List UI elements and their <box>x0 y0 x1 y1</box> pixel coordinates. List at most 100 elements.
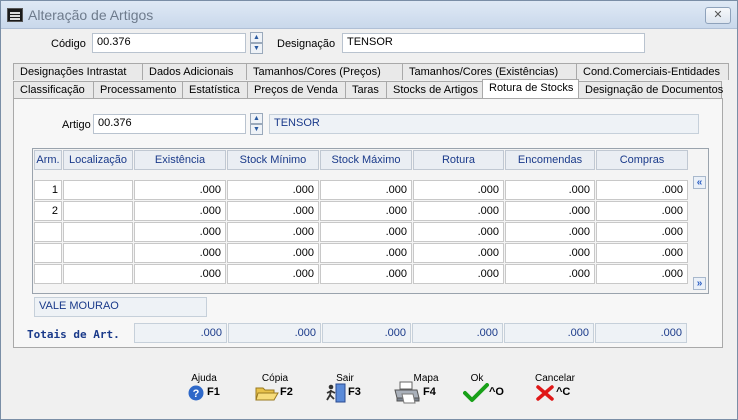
codigo-label: Código <box>51 38 86 50</box>
cell-existencia[interactable]: .000 <box>134 243 226 263</box>
tab-tamanhos-cores-precos[interactable]: Tamanhos/Cores (Preços) <box>246 63 403 80</box>
cell-existencia[interactable]: .000 <box>134 201 226 221</box>
ajuda-button[interactable]: Ajuda ? F1 <box>181 373 231 409</box>
armazem-name: VALE MOURAO <box>34 297 207 317</box>
tab-processamento[interactable]: Processamento <box>93 81 183 98</box>
spin-down-icon[interactable]: ▼ <box>250 124 263 135</box>
ok-key: ^O <box>489 386 504 398</box>
cell-compras[interactable]: .000 <box>596 243 688 263</box>
window-title: Alteração de Artigos <box>28 7 154 23</box>
spin-up-icon[interactable]: ▲ <box>250 113 263 124</box>
mapa-button[interactable]: Mapa F4 <box>393 373 443 409</box>
codigo-spinner[interactable]: ▲ ▼ <box>250 32 263 54</box>
main-window: Alteração de Artigos ✕ Código 00.376 ▲ ▼… <box>0 0 738 420</box>
col-header-arm: Arm. <box>34 150 62 170</box>
cell-stock-maximo[interactable]: .000 <box>320 201 412 221</box>
copia-button[interactable]: Cópia F2 <box>253 373 303 409</box>
tab-cond-comerciais[interactable]: Cond.Comerciais-Entidades <box>576 63 729 80</box>
cell-rotura[interactable]: .000 <box>413 201 504 221</box>
cell-arm[interactable]: 1 <box>34 180 62 200</box>
col-header-compras: Compras <box>596 150 688 170</box>
ajuda-caption: Ajuda <box>191 373 217 384</box>
cell-localizacao[interactable] <box>63 243 133 263</box>
ajuda-key: F1 <box>207 386 220 398</box>
tab-dados-adicionais[interactable]: Dados Adicionais <box>142 63 247 80</box>
cell-localizacao[interactable] <box>63 264 133 284</box>
cell-encomendas[interactable]: .000 <box>505 243 595 263</box>
cell-stock-minimo[interactable]: .000 <box>227 243 319 263</box>
scroll-up-button[interactable]: « <box>693 176 706 189</box>
artigo-spinner[interactable]: ▲ ▼ <box>250 113 263 135</box>
cancelar-button[interactable]: Cancelar ^C <box>531 373 581 409</box>
scroll-down-button[interactable]: » <box>693 277 706 290</box>
total-rotura: .000 <box>412 323 503 343</box>
cell-stock-maximo[interactable]: .000 <box>320 243 412 263</box>
tab-designacoes-intrastat[interactable]: Designações Intrastat <box>13 63 143 80</box>
col-header-rotura: Rotura <box>413 150 504 170</box>
col-header-stock-minimo: Stock Mínimo <box>227 150 319 170</box>
cell-encomendas[interactable]: .000 <box>505 264 595 284</box>
total-existencia: .000 <box>134 323 227 343</box>
cell-arm[interactable] <box>34 264 62 284</box>
tab-stocks-artigos[interactable]: Stocks de Artigos <box>386 81 483 98</box>
cell-compras[interactable]: .000 <box>596 222 688 242</box>
svg-text:?: ? <box>193 388 200 400</box>
total-stock-maximo: .000 <box>322 323 411 343</box>
ok-button[interactable]: Ok ^O <box>463 373 513 409</box>
cell-existencia[interactable]: .000 <box>134 222 226 242</box>
cell-localizacao[interactable] <box>63 222 133 242</box>
cell-compras[interactable]: .000 <box>596 180 688 200</box>
sair-button[interactable]: Sair F3 <box>324 373 374 409</box>
total-compras: .000 <box>595 323 687 343</box>
tab-tamanhos-cores-existencias[interactable]: Tamanhos/Cores (Existências) <box>402 63 577 80</box>
col-header-encomendas: Encomendas <box>505 150 595 170</box>
cell-stock-minimo[interactable]: .000 <box>227 180 319 200</box>
title-bar: Alteração de Artigos ✕ <box>1 1 737 29</box>
tab-rotura-stocks[interactable]: Rotura de Stocks <box>482 79 579 99</box>
cell-rotura[interactable]: .000 <box>413 264 504 284</box>
cell-rotura[interactable]: .000 <box>413 243 504 263</box>
cell-encomendas[interactable]: .000 <box>505 222 595 242</box>
tab-designacao-documentos[interactable]: Designação de Documentos <box>578 81 723 98</box>
cell-existencia[interactable]: .000 <box>134 264 226 284</box>
cell-localizacao[interactable] <box>63 180 133 200</box>
cancelar-key: ^C <box>556 386 571 398</box>
cell-encomendas[interactable]: .000 <box>505 180 595 200</box>
cell-existencia[interactable]: .000 <box>134 180 226 200</box>
col-header-stock-maximo: Stock Máximo <box>320 150 412 170</box>
spin-down-icon[interactable]: ▼ <box>250 43 263 54</box>
cell-stock-minimo[interactable]: .000 <box>227 201 319 221</box>
cell-rotura[interactable]: .000 <box>413 180 504 200</box>
cell-encomendas[interactable]: .000 <box>505 201 595 221</box>
cell-localizacao[interactable] <box>63 201 133 221</box>
stock-grid: Arm. Localização Existência Stock Mínimo… <box>32 148 709 294</box>
tab-estatistica[interactable]: Estatística <box>182 81 248 98</box>
checkmark-icon <box>463 383 489 402</box>
cell-arm[interactable] <box>34 243 62 263</box>
tab-row-2: Classificação Processamento Estatística … <box>13 79 723 99</box>
mapa-key: F4 <box>423 386 436 398</box>
artigo-input[interactable]: 00.376 <box>93 114 246 134</box>
tab-classificacao[interactable]: Classificação <box>13 81 94 98</box>
tab-taras[interactable]: Taras <box>345 81 387 98</box>
designacao-input[interactable]: TENSOR <box>342 33 645 53</box>
codigo-input[interactable]: 00.376 <box>92 33 246 53</box>
cell-compras[interactable]: .000 <box>596 201 688 221</box>
close-button[interactable]: ✕ <box>705 7 731 24</box>
artigo-description: TENSOR <box>269 114 699 134</box>
printer-icon <box>394 381 420 404</box>
help-icon: ? <box>188 385 204 401</box>
cell-stock-maximo[interactable]: .000 <box>320 264 412 284</box>
tab-precos-venda[interactable]: Preços de Venda <box>247 81 346 98</box>
spin-up-icon[interactable]: ▲ <box>250 32 263 43</box>
cell-stock-minimo[interactable]: .000 <box>227 222 319 242</box>
cell-rotura[interactable]: .000 <box>413 222 504 242</box>
cell-arm[interactable] <box>34 222 62 242</box>
cell-stock-maximo[interactable]: .000 <box>320 222 412 242</box>
cell-stock-minimo[interactable]: .000 <box>227 264 319 284</box>
cell-stock-maximo[interactable]: .000 <box>320 180 412 200</box>
cell-arm[interactable]: 2 <box>34 201 62 221</box>
total-encomendas: .000 <box>504 323 594 343</box>
sair-key: F3 <box>348 386 361 398</box>
cell-compras[interactable]: .000 <box>596 264 688 284</box>
